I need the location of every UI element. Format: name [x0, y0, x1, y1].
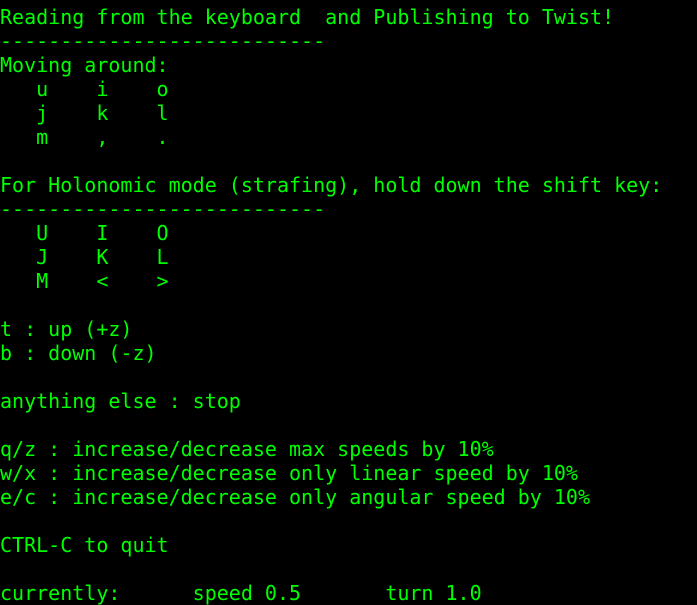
terminal-line-down: b : down (-z) [0, 341, 157, 365]
terminal-line-holonomic-row-3: M < > [0, 269, 169, 293]
terminal-line-holonomic-row-1: U I O [0, 221, 169, 245]
terminal-line-quit: CTRL-C to quit [0, 533, 169, 557]
terminal-line-max-speeds: q/z : increase/decrease max speeds by 10… [0, 437, 494, 461]
terminal-line-up: t : up (+z) [0, 317, 133, 341]
terminal-window[interactable]: Reading from the keyboard and Publishing… [0, 0, 697, 605]
terminal-line-divider: --------------------------- [0, 197, 326, 221]
terminal-line-keys-row-2: j k l [0, 101, 169, 125]
terminal-line-keys-row-1: u i o [0, 77, 169, 101]
terminal-line-stop: anything else : stop [0, 389, 241, 413]
terminal-line-holonomic: For Holonomic mode (strafing), hold down… [0, 173, 663, 197]
terminal-line-status: currently: speed 0.5 turn 1.0 [0, 581, 482, 605]
terminal-line-moving-around: Moving around: [0, 53, 169, 77]
terminal-line-title: Reading from the keyboard and Publishing… [0, 5, 615, 29]
terminal-line-holonomic-row-2: J K L [0, 245, 169, 269]
terminal-line-linear-speed: w/x : increase/decrease only linear spee… [0, 461, 578, 485]
terminal-line-keys-row-3: m , . [0, 125, 169, 149]
terminal-line-divider: --------------------------- [0, 29, 326, 53]
terminal-line-angular-speed: e/c : increase/decrease only angular spe… [0, 485, 591, 509]
